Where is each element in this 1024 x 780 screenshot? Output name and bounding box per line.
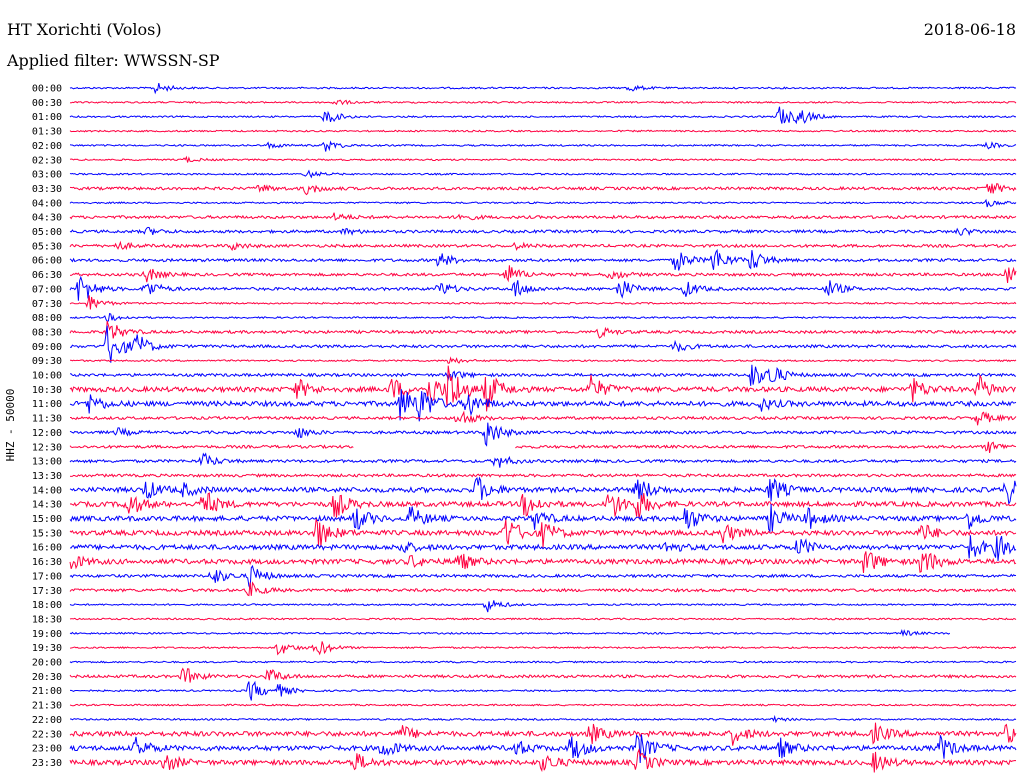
time-label: 10:00 xyxy=(32,371,62,382)
helicorder-plot: 00:00 00:30 01:00 01:30 02:00 02:30 03:00 03:30… xyxy=(32,82,1017,773)
trace-line xyxy=(69,476,1017,505)
time-label: 23:30 xyxy=(32,758,62,769)
time-label: 10:30 xyxy=(32,385,62,396)
trace-line xyxy=(70,680,1017,701)
trace-line xyxy=(69,82,1017,95)
time-label: 22:30 xyxy=(32,729,62,740)
trace-line xyxy=(69,364,1017,386)
time-label: 11:30 xyxy=(32,414,62,425)
time-label: 05:00 xyxy=(32,227,62,238)
trace-line xyxy=(69,226,1017,236)
trace-line xyxy=(69,641,1017,656)
time-label: 08:00 xyxy=(32,313,62,324)
time-label: 15:30 xyxy=(32,528,62,539)
trace-line xyxy=(69,628,951,638)
time-label: 18:00 xyxy=(32,600,62,611)
time-label: 20:00 xyxy=(32,658,62,669)
time-label: 00:00 xyxy=(32,84,62,95)
trace-line xyxy=(69,492,1017,519)
trace-line xyxy=(70,714,1017,724)
trace-line xyxy=(69,320,1017,339)
time-label: 14:00 xyxy=(32,485,62,496)
trace-line xyxy=(69,748,1017,773)
trace-line xyxy=(70,356,1017,364)
time-label: 03:30 xyxy=(32,184,62,195)
time-label: 00:30 xyxy=(32,98,62,109)
time-label: 19:30 xyxy=(32,643,62,654)
trace-line xyxy=(69,169,1017,179)
time-label: 17:30 xyxy=(32,586,62,597)
trace-line xyxy=(69,275,1017,301)
time-label: 09:00 xyxy=(32,342,62,353)
time-label: 23:00 xyxy=(32,744,62,755)
time-label: 06:30 xyxy=(32,270,62,281)
trace-line xyxy=(69,519,1017,548)
time-label: 16:30 xyxy=(32,557,62,568)
trace-line xyxy=(69,240,1017,252)
time-label: 11:00 xyxy=(32,399,62,410)
trace-line xyxy=(69,581,1017,597)
time-label: 22:00 xyxy=(32,715,62,726)
trace-line xyxy=(69,703,1017,707)
time-label: 04:30 xyxy=(32,213,62,224)
trace-line xyxy=(69,212,1017,221)
time-label: 18:30 xyxy=(32,614,62,625)
trace-line xyxy=(69,722,1017,746)
trace-line xyxy=(69,248,1017,271)
trace-line xyxy=(69,182,1017,196)
trace-line xyxy=(69,140,1017,152)
trace-line xyxy=(69,106,1017,125)
trace-line xyxy=(69,452,1017,468)
trace-line xyxy=(69,155,1017,163)
time-label: 02:00 xyxy=(32,141,62,152)
time-label: 14:30 xyxy=(32,500,62,511)
trace-line xyxy=(69,389,1017,422)
trace-line xyxy=(69,564,1017,589)
time-label: 15:00 xyxy=(32,514,62,525)
trace-line xyxy=(69,99,1017,106)
trace-line xyxy=(69,198,1017,208)
trace-line xyxy=(69,422,1017,447)
trace-line xyxy=(69,617,1017,621)
time-label: 01:30 xyxy=(32,127,62,138)
time-label: 13:30 xyxy=(32,471,62,482)
trace-line xyxy=(69,473,1017,478)
time-label: 03:00 xyxy=(32,170,62,181)
trace-line xyxy=(69,667,1017,683)
time-label: 01:00 xyxy=(32,112,62,123)
trace-line xyxy=(70,410,1017,426)
trace-line xyxy=(69,265,1017,283)
time-label: 13:00 xyxy=(32,457,62,468)
time-label: 02:30 xyxy=(32,155,62,166)
trace-line xyxy=(69,312,1017,322)
time-label: 08:30 xyxy=(32,327,62,338)
time-label: 07:00 xyxy=(32,284,62,295)
time-label: 20:30 xyxy=(32,672,62,683)
trace-line xyxy=(69,441,1017,453)
time-label: 21:30 xyxy=(32,701,62,712)
time-label: 12:00 xyxy=(32,428,62,439)
trace-line xyxy=(69,551,1017,574)
time-label: 17:00 xyxy=(32,571,62,582)
trace-line xyxy=(69,295,1017,310)
trace-line xyxy=(69,129,1017,133)
trace-line xyxy=(69,600,1017,613)
time-label: 09:30 xyxy=(32,356,62,367)
time-label: 04:00 xyxy=(32,198,62,209)
time-label: 16:00 xyxy=(32,543,62,554)
time-label: 19:00 xyxy=(32,629,62,640)
trace-line xyxy=(69,660,1017,664)
time-label: 12:30 xyxy=(32,442,62,453)
time-label: 21:00 xyxy=(32,686,62,697)
time-label: 05:30 xyxy=(32,241,62,252)
time-label: 06:00 xyxy=(32,256,62,267)
time-label: 07:30 xyxy=(32,299,62,310)
